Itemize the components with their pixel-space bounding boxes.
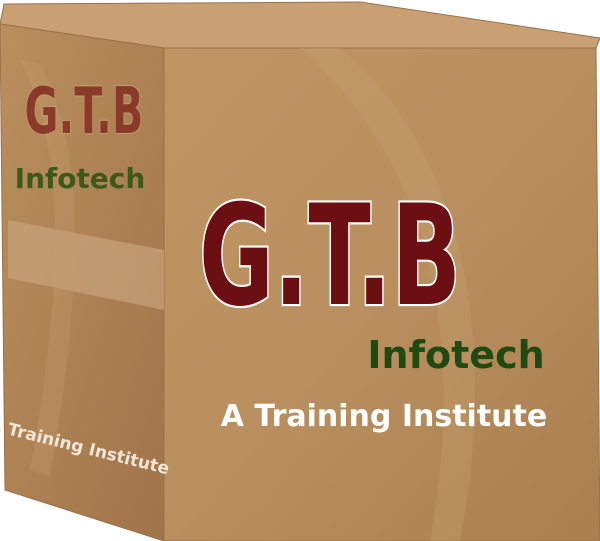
brand-title: G.T.B [199, 175, 461, 337]
side-brand-name: Infotech [15, 162, 146, 195]
side-brand-title: G.T.B [25, 74, 144, 149]
logo-box-scene: G.T.B Infotech A Training Institute G.T.… [0, 0, 600, 541]
brand-tagline: A Training Institute [221, 399, 547, 434]
box-illustration: G.T.B Infotech A Training Institute G.T.… [0, 1, 600, 541]
brand-name: Infotech [367, 333, 544, 377]
